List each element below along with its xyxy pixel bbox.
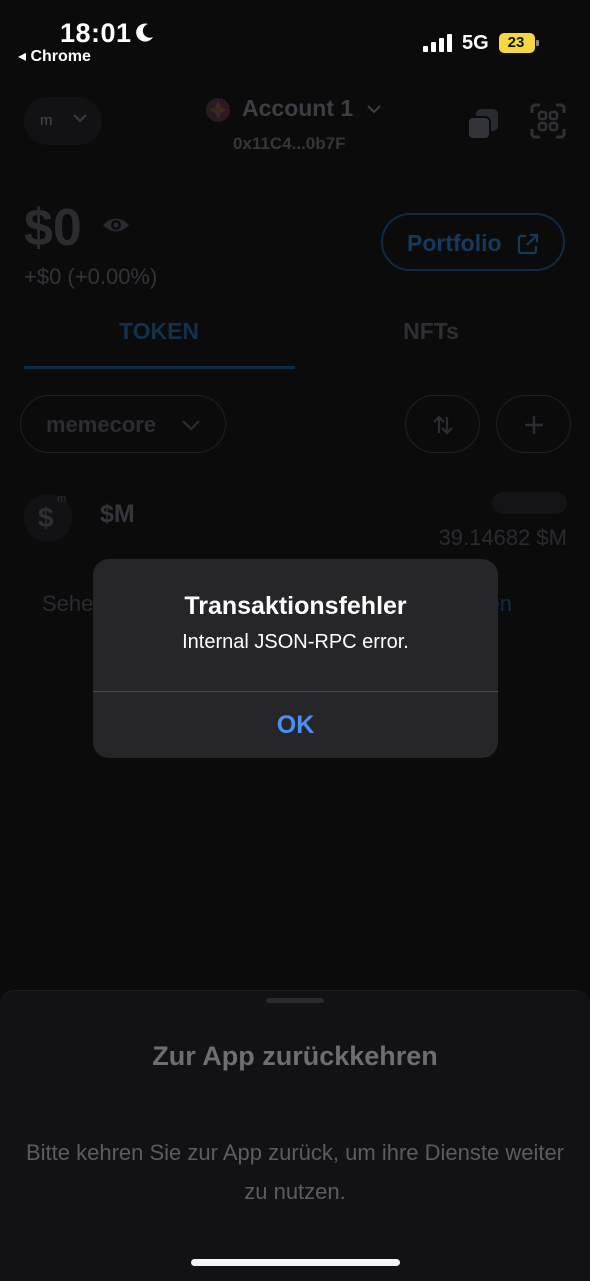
return-to-app-sheet: Zur App zurückkehren Bitte kehren Sie zu…: [0, 990, 590, 1281]
account-address[interactable]: 0x11C4...0b7F: [233, 134, 345, 154]
moon-icon: [136, 23, 153, 42]
network-selector[interactable]: m: [24, 97, 102, 145]
sort-button[interactable]: [405, 395, 480, 453]
back-to-app-link[interactable]: ◂ Chrome: [18, 46, 91, 66]
chevron-down-icon: [182, 420, 200, 431]
sheet-title: Zur App zurückkehren: [152, 1041, 438, 1071]
token-symbol[interactable]: $M: [100, 500, 135, 529]
alert-title: Transaktionsfehler: [184, 592, 407, 620]
alert-message: Internal JSON-RPC error.: [182, 631, 409, 653]
copy-icon[interactable]: [466, 107, 500, 141]
tab-token[interactable]: TOKEN: [24, 318, 294, 345]
eye-icon[interactable]: [102, 214, 130, 236]
network-filter-label: memecore: [46, 412, 157, 437]
alert-ok-button[interactable]: OK: [93, 692, 498, 758]
active-tab-indicator: [24, 366, 295, 369]
chevron-down-icon: [73, 114, 87, 123]
battery-level: 23: [507, 34, 525, 51]
network-type: 5G: [462, 32, 489, 54]
tab-nfts[interactable]: NFTs: [296, 318, 566, 345]
network-filter-dropdown[interactable]: memecore: [20, 395, 226, 453]
account-name[interactable]: Account 1: [242, 95, 353, 122]
plus-icon: [525, 416, 543, 434]
portfolio-label: Portfolio: [407, 230, 502, 256]
token-fiat-value-placeholder: [492, 492, 567, 514]
total-balance: $0: [24, 199, 82, 257]
balance-change: +$0 (+0.00%): [24, 264, 158, 289]
signal-icon: [423, 34, 452, 52]
see-all-link[interactable]: Sehe: [42, 591, 93, 617]
scan-grid-icon[interactable]: [530, 103, 566, 139]
portfolio-button[interactable]: Portfolio: [381, 213, 565, 271]
sheet-body: Bitte kehren Sie zur App zurück, um ihre…: [25, 1140, 565, 1204]
add-token-button[interactable]: [496, 395, 571, 453]
account-chevron-down-icon[interactable]: [365, 100, 383, 118]
token-network-badge: m: [57, 493, 67, 505]
sheet-drag-handle[interactable]: [266, 998, 324, 1003]
status-time: 18:01: [60, 18, 132, 48]
token-amount: 39.14682 $M: [438, 525, 567, 550]
network-initial: m: [40, 112, 53, 129]
error-alert-dialog: Transaktionsfehler Internal JSON-RPC err…: [93, 559, 498, 758]
home-indicator[interactable]: [191, 1259, 400, 1266]
sort-arrows-icon: [433, 415, 453, 435]
external-link-icon: [517, 233, 539, 255]
account-avatar-icon: [206, 98, 230, 122]
token-logo-glyph: $: [38, 502, 54, 533]
